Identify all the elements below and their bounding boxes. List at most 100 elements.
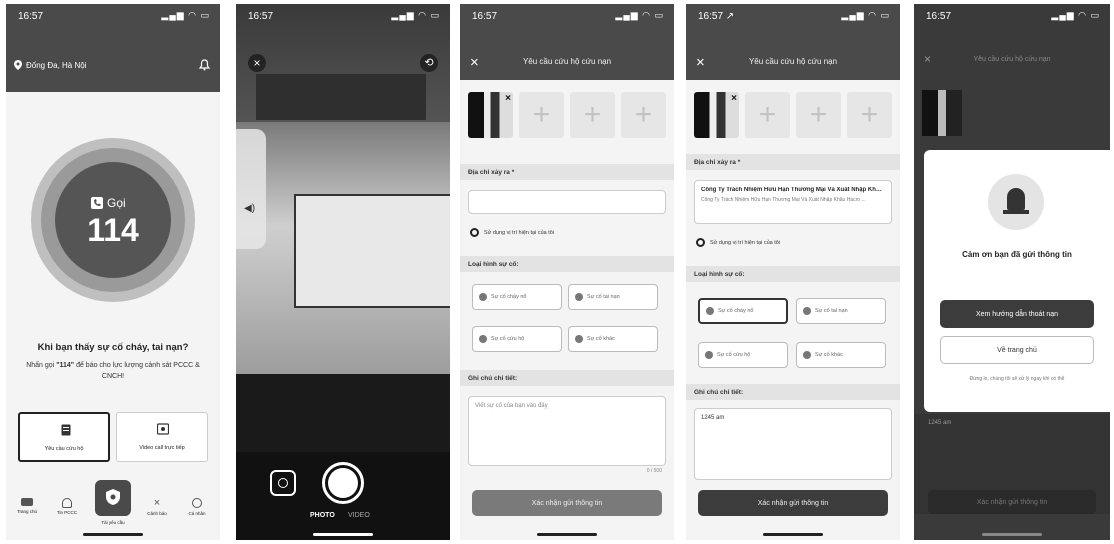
status-bar: 16:57 ↗ ▂▄▆ ◠ ▭ xyxy=(686,4,900,26)
type-label: Sự cố tai nạn xyxy=(587,294,620,300)
photo-thumbnail xyxy=(922,90,962,136)
photo-thumbnail[interactable]: × xyxy=(694,92,739,138)
signal-icons: ▂▄▆ ◠ ▭ xyxy=(841,10,890,20)
remove-photo-icon[interactable]: × xyxy=(731,93,737,104)
request-form-filled: 16:57 ↗ ▂▄▆ ◠ ▭ × Yêu cầu cứu hộ cứu nạn… xyxy=(686,4,900,540)
use-location-option[interactable]: Sử dụng vị trí hiện tại của tôi xyxy=(470,228,554,237)
accident-type-icon xyxy=(575,293,583,301)
status-time: 16:57 ↗ xyxy=(698,11,735,22)
nav-label: Tài yêu cầu xyxy=(101,520,125,525)
success-modal: Cảm ơn bạn đã gửi thông tin Xem hướng dẫ… xyxy=(924,150,1110,412)
nav-item-home[interactable]: Trang chủ xyxy=(8,498,46,514)
rescue-request-label: Yêu cầu cứu hộ xyxy=(44,446,84,452)
type-label: Sự cố tai nạn xyxy=(815,308,848,314)
signal-icons: ▂▄▆ ◠ ▭ xyxy=(615,10,664,20)
photo-thumbnails: × + + + xyxy=(694,92,892,138)
note-textarea[interactable]: 1245 am xyxy=(694,408,892,480)
nav-item-news[interactable]: Tin PCCC xyxy=(48,498,86,515)
type-label: Sự cố cháy nổ xyxy=(718,308,754,314)
add-photo-button[interactable]: + xyxy=(621,92,666,138)
incident-type-label: Loại hình sự cố: xyxy=(460,256,674,272)
success-screen: 16:57 ▂▄▆ ◠ ▭ × Yêu cầu cứu hộ cứu nạn 1… xyxy=(914,4,1110,540)
add-photo-button[interactable]: + xyxy=(570,92,615,138)
type-other-option[interactable]: Sự cố khác xyxy=(568,326,658,352)
call-ring: Gọi 114 xyxy=(41,148,185,292)
call-label: Gọi xyxy=(107,196,126,210)
status-time: 16:57 xyxy=(248,11,274,22)
add-photo-button[interactable]: + xyxy=(745,92,790,138)
status-time: 16:57 xyxy=(472,11,498,22)
shutter-button[interactable] xyxy=(322,462,364,504)
form-title: Yêu cầu cứu hộ cứu nạn xyxy=(748,57,838,66)
accident-type-icon xyxy=(803,307,811,315)
desc-number: "114" xyxy=(56,362,75,369)
submit-button[interactable]: Xác nhận gửi thông tin xyxy=(472,490,662,516)
camera-view-laptop xyxy=(236,374,450,454)
bottom-nav: Trang chủ Tin PCCC Tài yêu cầu × Cảnh bá… xyxy=(6,480,220,528)
address-section-label: Địa chỉ xảy ra * xyxy=(460,164,674,180)
call-button[interactable]: Gọi 114 xyxy=(31,138,195,302)
status-time: 16:57 xyxy=(926,11,952,22)
gallery-icon[interactable] xyxy=(270,470,296,496)
form-title: Yêu cầu cứu hộ cứu nạn xyxy=(522,57,612,66)
photo-thumbnail[interactable]: × xyxy=(468,92,513,138)
nav-label: Cá nhân xyxy=(188,511,206,516)
camera-view-screen xyxy=(294,194,450,308)
address-value-subtitle: Công Ty Trách Nhiệm Hữu Hạn Thương Mại V… xyxy=(701,197,866,203)
evacuation-guide-button[interactable]: Xem hướng dẫn thoát nạn xyxy=(940,300,1094,328)
type-label: Sự cố cứu hộ xyxy=(717,352,751,358)
back-home-button[interactable]: Về trang chủ xyxy=(940,336,1094,364)
home-indicator xyxy=(537,533,597,536)
note-section-label: Ghi chú chi tiết: xyxy=(686,384,900,400)
mode-video[interactable]: VIDEO xyxy=(348,512,370,519)
add-photo-button[interactable]: + xyxy=(796,92,841,138)
volume-slider[interactable]: ◀) xyxy=(236,129,266,249)
rescue-request-button[interactable]: Yêu cầu cứu hộ xyxy=(18,412,110,462)
address-section-label: Địa chỉ xảy ra * xyxy=(686,154,900,170)
radio-icon xyxy=(470,228,479,237)
signal-icons: ▂▄▆ ◠ ▭ xyxy=(391,10,440,20)
modal-footnote: Đừng lo, chúng tôi sẽ xử lý ngay khi có … xyxy=(969,376,1065,382)
home-indicator xyxy=(763,533,823,536)
type-label: Sự cố cháy nổ xyxy=(491,294,527,300)
switch-camera-icon[interactable]: ⟲ xyxy=(420,54,438,72)
type-other-option[interactable]: Sự cố khác xyxy=(796,342,886,368)
type-accident-option[interactable]: Sự cố tai nạn xyxy=(796,298,886,324)
add-photo-button[interactable]: + xyxy=(847,92,892,138)
siren-icon xyxy=(988,174,1044,230)
type-fire-option[interactable]: Sự cố cháy nổ xyxy=(472,284,562,310)
type-accident-option[interactable]: Sự cố tai nạn xyxy=(568,284,658,310)
fire-type-icon xyxy=(706,307,714,315)
address-input[interactable] xyxy=(468,190,666,214)
other-type-icon xyxy=(575,335,583,343)
type-rescue-option[interactable]: Sự cố cứu hộ xyxy=(472,326,562,352)
add-photo-button[interactable]: + xyxy=(519,92,564,138)
bell-icon[interactable] xyxy=(199,59,210,71)
document-icon xyxy=(61,424,71,436)
remove-photo-icon[interactable]: × xyxy=(505,93,511,104)
type-label: Sự cố khác xyxy=(815,352,843,358)
nav-item-profile[interactable]: Cá nhân xyxy=(178,498,216,516)
video-call-button[interactable]: Video call trực tiếp xyxy=(116,412,208,462)
location-selector[interactable]: Đống Đa, Hà Nội xyxy=(14,60,86,70)
mode-photo[interactable]: PHOTO xyxy=(310,512,335,519)
type-rescue-option[interactable]: Sự cố cứu hộ xyxy=(698,342,788,368)
address-input[interactable]: Công Ty Trách Nhiệm Hữu Hạn Thương Mại V… xyxy=(694,180,892,224)
nav-label: Cảnh báo xyxy=(147,511,167,516)
char-counter: 0 / 500 xyxy=(646,468,662,474)
address-value-title: Công Ty Trách Nhiệm Hữu Hạn Thương Mại V… xyxy=(701,187,885,193)
camera-screen: 16:57 ▂▄▆ ◠ ▭ × ⟲ ◀) PHOTO VIDEO xyxy=(236,4,450,540)
submit-button[interactable]: Xác nhận gửi thông tin xyxy=(698,490,888,516)
note-textarea[interactable]: Viết sự cố của bạn vào đây xyxy=(468,396,666,466)
dimmed-background: 1245 am Xác nhận gửi thông tin xyxy=(914,414,1110,514)
home-indicator xyxy=(982,533,1042,536)
request-form-empty: 16:57 ▂▄▆ ◠ ▭ × Yêu cầu cứu hộ cứu nạn ×… xyxy=(460,4,674,540)
use-location-option[interactable]: Sử dụng vị trí hiện tại của tôi xyxy=(696,238,780,247)
nav-item-requests[interactable]: Tài yêu cầu xyxy=(95,480,131,525)
status-bar: 16:57 ▂▄▆ ◠ ▭ xyxy=(6,4,220,26)
home-icon xyxy=(21,498,33,506)
status-bar: 16:57 ▂▄▆ ◠ ▭ xyxy=(460,4,674,26)
type-fire-option[interactable]: Sự cố cháy nổ xyxy=(698,298,788,324)
nav-item-alerts[interactable]: × Cảnh báo xyxy=(138,498,176,517)
close-icon[interactable]: × xyxy=(248,54,266,72)
